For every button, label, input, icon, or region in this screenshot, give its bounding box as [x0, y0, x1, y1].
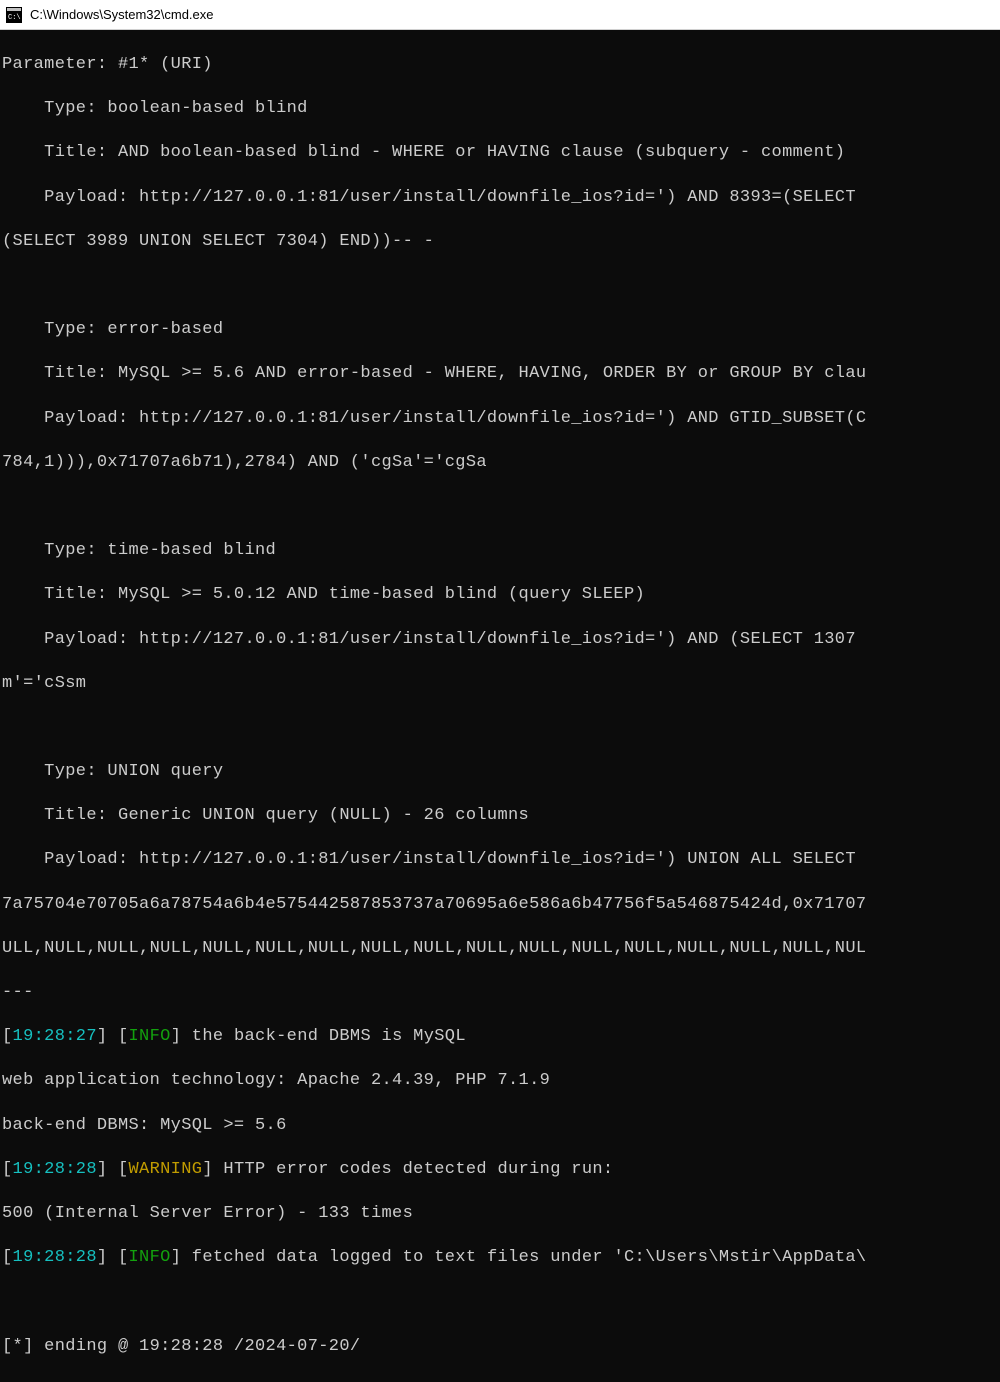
payload-line: ULL,NULL,NULL,NULL,NULL,NULL,NULL,NULL,N…	[2, 938, 998, 960]
webtech-line: web application technology: Apache 2.4.3…	[2, 1070, 998, 1092]
window-titlebar: C:\ C:\Windows\System32\cmd.exe	[0, 0, 1000, 30]
terminal-output[interactable]: Parameter: #1* (URI) Type: boolean-based…	[0, 30, 1000, 1382]
payload-line: (SELECT 3989 UNION SELECT 7304) END))-- …	[2, 231, 998, 253]
log-line: [19:28:27] [INFO] the back-end DBMS is M…	[2, 1026, 998, 1048]
parameter-header: Parameter: #1* (URI)	[2, 54, 998, 76]
blank-line	[2, 1291, 998, 1313]
cmd-icon: C:\	[6, 7, 22, 23]
payload-line: Payload: http://127.0.0.1:81/user/instal…	[2, 408, 998, 430]
type-line: Type: error-based	[2, 319, 998, 341]
blank-line	[2, 717, 998, 739]
log-level-info: INFO	[129, 1027, 171, 1046]
log-level-warning: WARNING	[129, 1160, 203, 1179]
window-title: C:\Windows\System32\cmd.exe	[30, 7, 214, 22]
log-level-info: INFO	[129, 1248, 171, 1267]
timestamp: 19:28:27	[13, 1027, 97, 1046]
dbms-line: back-end DBMS: MySQL >= 5.6	[2, 1115, 998, 1137]
log-line: [19:28:28] [INFO] fetched data logged to…	[2, 1247, 998, 1269]
blank-line	[2, 275, 998, 297]
type-line: Type: UNION query	[2, 761, 998, 783]
type-line: Type: boolean-based blind	[2, 98, 998, 120]
separator-line: ---	[2, 982, 998, 1004]
log-message: fetched data logged to text files under …	[181, 1248, 866, 1267]
payload-line: Payload: http://127.0.0.1:81/user/instal…	[2, 187, 998, 209]
title-line: Title: MySQL >= 5.6 AND error-based - WH…	[2, 363, 998, 385]
svg-text:C:\: C:\	[8, 14, 21, 22]
log-line: [19:28:28] [WARNING] HTTP error codes de…	[2, 1159, 998, 1181]
log-message: the back-end DBMS is MySQL	[181, 1027, 466, 1046]
error-detail-line: 500 (Internal Server Error) - 133 times	[2, 1203, 998, 1225]
timestamp: 19:28:28	[13, 1160, 97, 1179]
payload-line: m'='cSsm	[2, 673, 998, 695]
payload-line: Payload: http://127.0.0.1:81/user/instal…	[2, 849, 998, 871]
payload-line: 784,1))),0x71707a6b71),2784) AND ('cgSa'…	[2, 452, 998, 474]
title-line: Title: Generic UNION query (NULL) - 26 c…	[2, 805, 998, 827]
type-line: Type: time-based blind	[2, 540, 998, 562]
title-line: Title: MySQL >= 5.0.12 AND time-based bl…	[2, 584, 998, 606]
title-line: Title: AND boolean-based blind - WHERE o…	[2, 142, 998, 164]
ending-line: [*] ending @ 19:28:28 /2024-07-20/	[2, 1336, 998, 1358]
log-message: HTTP error codes detected during run:	[213, 1160, 614, 1179]
payload-line: Payload: http://127.0.0.1:81/user/instal…	[2, 629, 998, 651]
payload-line: 7a75704e70705a6a78754a6b4e57544258785373…	[2, 894, 998, 916]
blank-line	[2, 496, 998, 518]
timestamp: 19:28:28	[13, 1248, 97, 1267]
